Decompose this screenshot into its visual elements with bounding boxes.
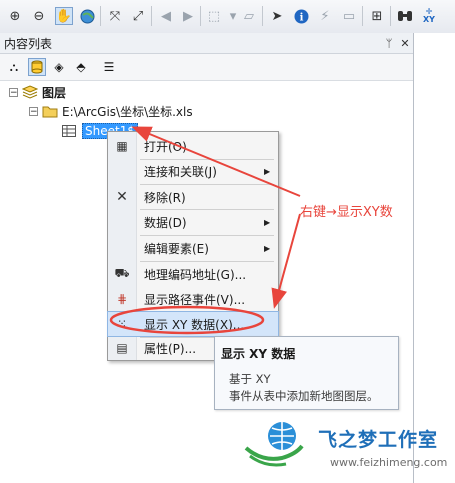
list-by-visibility-icon[interactable]: ◈ xyxy=(50,58,68,76)
remove-icon: ✕ xyxy=(116,189,128,205)
forward-extent-icon[interactable]: ▶ xyxy=(179,7,197,25)
clear-selection-icon[interactable]: ▱ xyxy=(240,7,258,25)
pan-icon[interactable]: ✋ xyxy=(55,7,73,25)
menu-item-data[interactable]: 数据(D) ▶ xyxy=(108,210,278,234)
submenu-arrow-icon: ▶ xyxy=(264,243,271,253)
table-icon xyxy=(62,125,76,137)
menu-item-route-events[interactable]: ⋕ 显示路径事件(V)... xyxy=(108,287,278,311)
svg-text:i: i xyxy=(299,12,303,23)
measure-icon[interactable]: ⊞ xyxy=(368,7,386,25)
toc-title: 内容列表 xyxy=(4,36,53,51)
workspace-label: E:\ArcGis\坐标\坐标.xls xyxy=(62,104,193,119)
menu-item-open[interactable]: ▦ 打开(O) xyxy=(108,134,278,158)
toc-toolbar: ⛬ ◈ ⬘ ☰ xyxy=(0,54,413,81)
watermark-logo xyxy=(244,422,304,467)
select-elements-icon[interactable]: ➤ xyxy=(268,7,286,25)
main-toolbar: ⊕ ⊖ ✋ ⤧ ⤢ ◀ ▶ ⬚ ▾ ▱ ➤ i ⚡ ▭ ⊞ ✛ XY xyxy=(0,0,455,34)
list-by-selection-icon[interactable]: ⬘ xyxy=(72,58,90,76)
tooltip-line-1: 基于 XY xyxy=(229,372,271,386)
context-menu: ▦ 打开(O) 连接和关联(J) ▶ ✕ 移除(R) 数据(D) ▶ 编辑要素(… xyxy=(107,131,279,361)
list-by-drawing-order-icon[interactable]: ⛬ xyxy=(5,58,23,76)
fixed-zoom-in-icon[interactable]: ⤧ xyxy=(106,7,124,25)
tooltip-title: 显示 XY 数据 xyxy=(221,347,296,361)
back-extent-icon[interactable]: ◀ xyxy=(157,7,175,25)
menu-item-remove[interactable]: ✕ 移除(R) xyxy=(108,185,278,209)
fixed-zoom-out-icon[interactable]: ⤢ xyxy=(129,7,147,25)
xy-data-icon: ⁙ xyxy=(116,317,128,331)
find-icon[interactable] xyxy=(396,7,414,25)
folder-icon xyxy=(42,106,58,117)
properties-icon: ▤ xyxy=(116,341,128,355)
layers-icon xyxy=(22,85,38,99)
go-to-xy-icon[interactable]: ✛ XY xyxy=(420,7,438,25)
menu-item-geocode[interactable]: ⛟ 地理编码地址(G)... xyxy=(108,262,278,286)
full-extent-icon[interactable] xyxy=(78,7,96,25)
hyperlink-icon[interactable]: ⚡ xyxy=(316,7,334,25)
tree-root-row[interactable]: − 图层 xyxy=(9,83,66,101)
submenu-arrow-icon: ▶ xyxy=(264,217,271,227)
submenu-arrow-icon: ▶ xyxy=(264,166,271,176)
menu-item-joins-relates[interactable]: 连接和关联(J) ▶ xyxy=(108,159,278,183)
select-features-icon[interactable]: ⬚ xyxy=(205,7,223,25)
close-icon[interactable]: ✕ xyxy=(397,37,413,50)
annotation-text: 右键→显示XY数 xyxy=(300,205,393,220)
pin-icon[interactable]: ᛘ xyxy=(381,37,397,50)
options-icon[interactable]: ☰ xyxy=(100,58,118,76)
tooltip: 显示 XY 数据 基于 XY 事件从表中添加新地图图层。 xyxy=(214,336,399,410)
zoom-in-icon[interactable]: ⊕ xyxy=(6,7,24,25)
tree-root-label: 图层 xyxy=(42,85,67,100)
collapse-icon[interactable]: − xyxy=(29,106,38,116)
menu-item-edit-features[interactable]: 编辑要素(E) ▶ xyxy=(108,236,278,260)
table-icon: ▦ xyxy=(116,139,128,153)
identify-icon[interactable]: i xyxy=(292,7,310,25)
tree-workspace-row[interactable]: − E:\ArcGis\坐标\坐标.xls xyxy=(29,102,193,120)
tooltip-line-2: 事件从表中添加新地图图层。 xyxy=(229,389,379,403)
map-view-strip xyxy=(414,33,455,483)
zoom-out-icon[interactable]: ⊖ xyxy=(30,7,48,25)
geocode-icon: ⛟ xyxy=(114,266,130,280)
list-by-source-icon[interactable] xyxy=(28,58,46,76)
watermark-name: 飞之梦工作室 xyxy=(318,429,439,451)
html-popup-icon[interactable]: ▭ xyxy=(340,7,358,25)
collapse-icon[interactable]: − xyxy=(9,87,18,97)
toc-title-bar: 内容列表 ᛘ ✕ xyxy=(0,33,413,54)
route-event-icon: ⋕ xyxy=(116,292,128,306)
menu-item-display-xy-data[interactable]: ⁙ 显示 XY 数据(X)... xyxy=(107,311,279,337)
watermark-url: www.feizhimeng.com xyxy=(330,456,448,469)
